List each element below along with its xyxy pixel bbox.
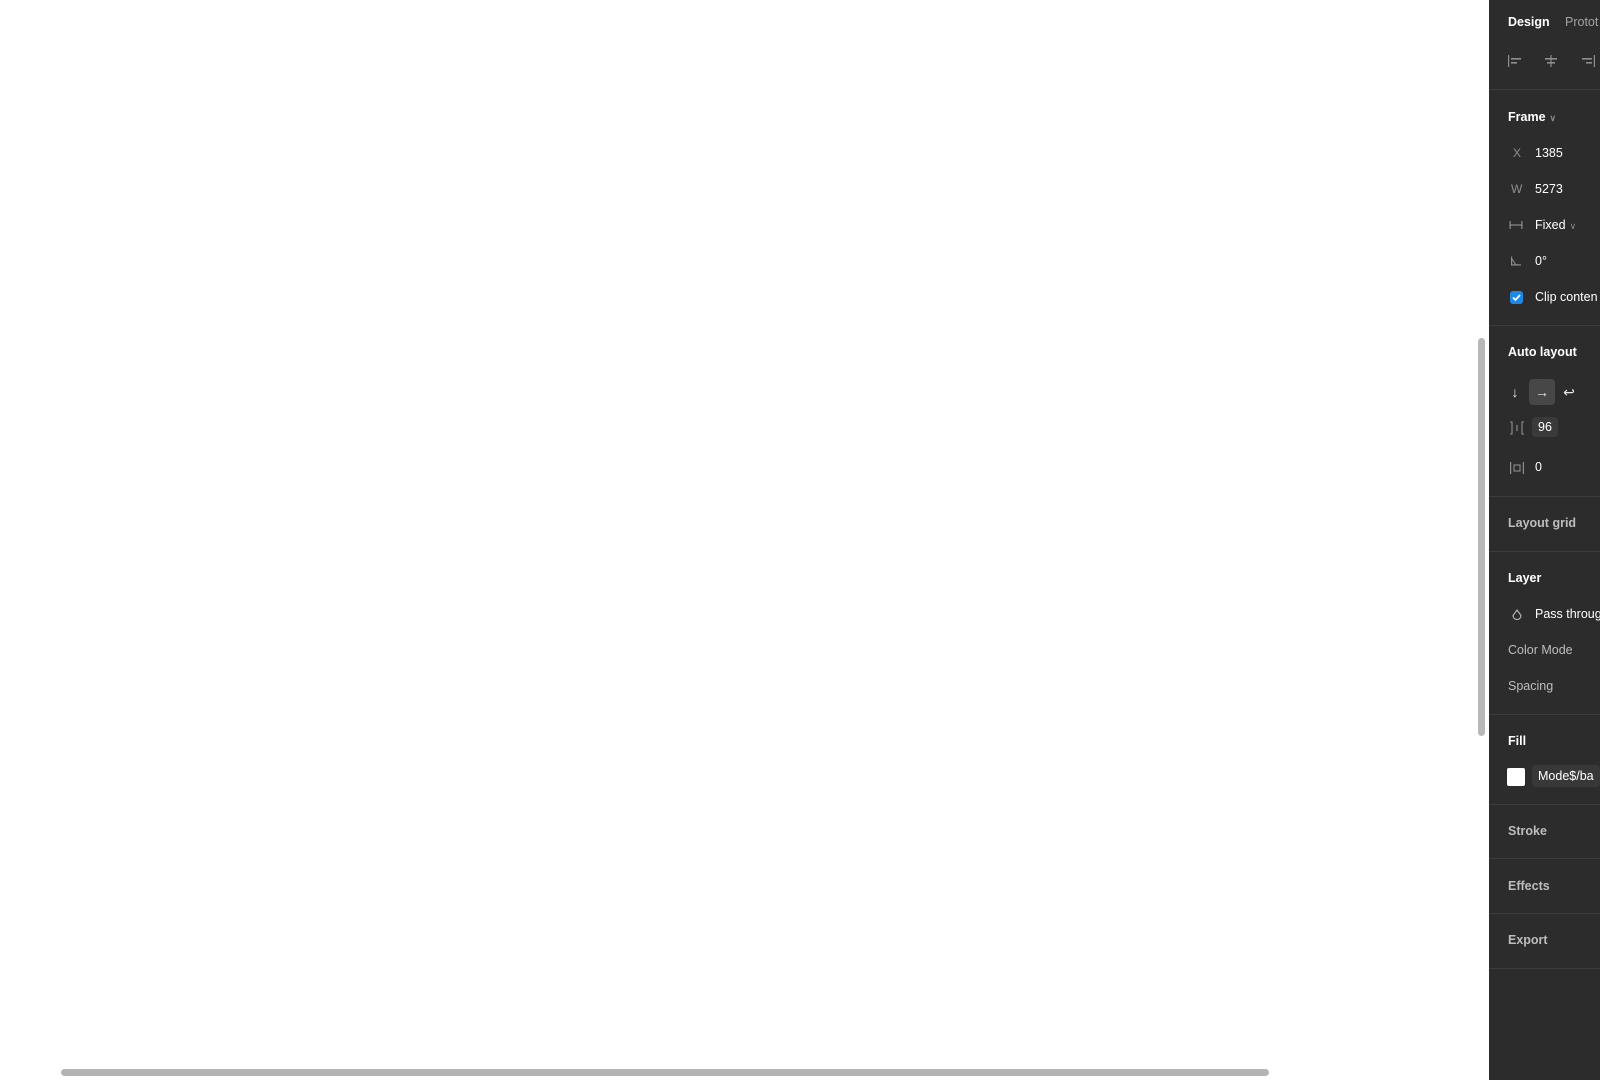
vertical-scrollbar[interactable]	[1478, 338, 1485, 736]
x-input[interactable]: 1385	[1535, 146, 1563, 160]
fill-color-swatch[interactable]	[1507, 768, 1525, 786]
color-mode-label[interactable]: Color Mode	[1508, 643, 1573, 657]
chevron-down-icon: ∨	[1569, 221, 1577, 231]
gap-icon	[1509, 421, 1525, 438]
arrow-down-icon: ↓	[1511, 384, 1519, 400]
frame-title: Frame	[1508, 110, 1546, 124]
width-input[interactable]: 5273	[1535, 182, 1563, 196]
spacing-label[interactable]: Spacing	[1508, 679, 1553, 693]
sizing-dropdown[interactable]: Fixed ∨	[1535, 218, 1576, 232]
fill-title: Fill	[1508, 734, 1527, 748]
divider	[1489, 858, 1600, 859]
blend-mode-dropdown[interactable]: Pass throug	[1535, 607, 1600, 621]
divider	[1489, 496, 1600, 497]
arrow-right-icon: →	[1535, 384, 1549, 400]
gap-input[interactable]: 96	[1532, 417, 1558, 437]
w-label: W	[1511, 182, 1523, 196]
divider	[1489, 913, 1600, 914]
align-right-icon[interactable]	[1580, 54, 1596, 71]
tab-design[interactable]: Design	[1508, 15, 1550, 29]
design-canvas[interactable]	[0, 0, 1489, 1080]
tab-prototype[interactable]: Protot	[1565, 15, 1598, 29]
check-icon	[1512, 294, 1521, 302]
padding-icon	[1509, 461, 1525, 478]
chevron-down-icon: ∨	[1549, 113, 1557, 123]
fill-variable-input[interactable]: Mode$/ba	[1532, 765, 1600, 787]
align-left-icon[interactable]	[1507, 54, 1523, 71]
rotation-icon	[1510, 255, 1522, 269]
align-center-icon[interactable]	[1543, 54, 1559, 71]
direction-vertical-button[interactable]: ↓	[1502, 379, 1528, 405]
direction-horizontal-button[interactable]: →	[1529, 379, 1555, 405]
padding-input[interactable]: 0	[1535, 460, 1542, 474]
effects-title[interactable]: Effects	[1508, 879, 1550, 893]
properties-panel: Design Protot Frame ∨ X 1385 W 5273 Fixed…	[1489, 0, 1600, 1080]
divider	[1489, 804, 1600, 805]
clip-content-checkbox[interactable]	[1510, 291, 1523, 304]
horizontal-resize-icon	[1509, 219, 1523, 233]
layer-title: Layer	[1508, 571, 1542, 585]
divider	[1489, 968, 1600, 969]
sizing-value: Fixed	[1535, 218, 1566, 232]
divider	[1489, 551, 1600, 552]
blend-mode-drop-icon	[1511, 609, 1523, 625]
divider	[1489, 89, 1600, 90]
divider	[1489, 325, 1600, 326]
divider	[1489, 714, 1600, 715]
auto-layout-title: Auto layout	[1508, 345, 1577, 359]
x-label: X	[1513, 146, 1522, 160]
frame-dropdown[interactable]: Frame ∨	[1508, 110, 1556, 124]
layout-grid-title[interactable]: Layout grid	[1508, 516, 1576, 530]
wrap-icon: ↩	[1563, 383, 1575, 400]
stroke-title[interactable]: Stroke	[1508, 824, 1547, 838]
clip-content-label: Clip conten	[1535, 290, 1598, 304]
export-title[interactable]: Export	[1508, 933, 1548, 947]
horizontal-scrollbar[interactable]	[61, 1069, 1269, 1076]
rotation-input[interactable]: 0°	[1535, 254, 1547, 268]
direction-wrap-button[interactable]: ↩	[1556, 379, 1582, 405]
